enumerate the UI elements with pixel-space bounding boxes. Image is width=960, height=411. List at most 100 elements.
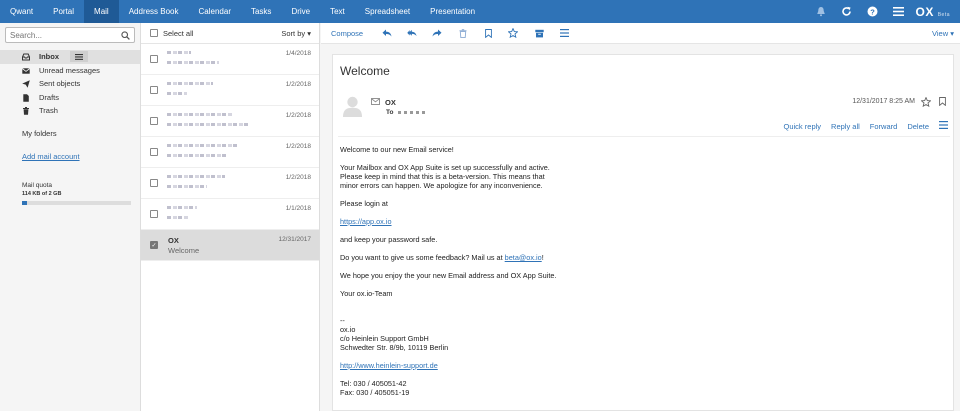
select-all-label[interactable]: Select all [163, 29, 193, 38]
mail-list-item[interactable]: 1/1/2018 [141, 199, 319, 230]
forward-link[interactable]: Forward [870, 122, 898, 131]
hamburger-menu-icon[interactable] [886, 0, 912, 23]
mail-quota-value: 114 KB of 2 GB [22, 191, 62, 197]
search-box[interactable] [5, 27, 135, 43]
my-folders-heading[interactable]: My folders [22, 129, 57, 138]
message-actions: Quick reply Reply all Forward Delete [784, 121, 948, 131]
message-body: Welcome to our new Email service! Your M… [340, 145, 940, 406]
folder-options-icon[interactable] [70, 51, 88, 62]
app-presentation[interactable]: Presentation [420, 0, 485, 23]
redacted-sender [167, 51, 191, 54]
refresh-icon[interactable] [834, 0, 860, 23]
quick-reply-link[interactable]: Quick reply [784, 122, 822, 131]
signature-line: c/o Heinlein Support GmbH [340, 334, 429, 343]
reply-icon[interactable] [382, 28, 392, 38]
envelope-icon [371, 98, 380, 107]
bookmark-icon[interactable] [939, 97, 946, 108]
redacted-subject [167, 154, 227, 157]
mail-list-item[interactable]: 1/2/2018 [141, 168, 319, 199]
logo-sub: Beta [937, 11, 950, 18]
app-portal[interactable]: Portal [43, 0, 84, 23]
redacted-subject [167, 123, 249, 126]
redacted-sender [167, 144, 237, 147]
mail-list-item[interactable]: 1/4/2018 [141, 44, 319, 75]
feedback-email-link[interactable]: beta@ox.io [505, 253, 542, 262]
redacted-subject [167, 185, 207, 188]
compose-button[interactable]: Compose [331, 29, 363, 38]
message-date: 12/31/2017 8:25 AM [852, 98, 915, 105]
mail-item-checkbox[interactable] [150, 55, 158, 63]
forward-icon[interactable] [432, 28, 442, 38]
reply-all-icon[interactable] [407, 28, 417, 38]
more-actions-icon[interactable] [559, 28, 569, 38]
heinlein-support-link[interactable]: http://www.heinlein-support.de [340, 361, 438, 370]
folder-inbox[interactable]: Inbox [0, 50, 140, 64]
help-icon[interactable]: ? [860, 0, 886, 23]
signature-line: ox.io [340, 325, 356, 334]
sort-by-dropdown[interactable]: Sort by ▾ [281, 29, 311, 38]
signature-line: Schwedter Str. 8/9b, 10119 Berlin [340, 343, 449, 352]
app-tasks[interactable]: Tasks [241, 0, 281, 23]
search-icon[interactable] [121, 31, 130, 42]
mail-date: 1/1/2018 [285, 205, 311, 212]
mail-quota-bar [22, 201, 131, 205]
body-paragraph: Welcome to our new Email service! [340, 145, 454, 154]
archive-icon[interactable] [534, 28, 544, 38]
reply-all-link[interactable]: Reply all [831, 122, 860, 131]
logo-text: OX [915, 4, 934, 19]
signature-line: -- [340, 316, 345, 325]
app-spreadsheet[interactable]: Spreadsheet [355, 0, 420, 23]
app-address-book[interactable]: Address Book [119, 0, 189, 23]
mail-subject: Welcome [168, 246, 200, 255]
mail-item-checkbox[interactable] [150, 179, 158, 187]
app-launcher-nav: Qwant Portal Mail Address Book Calendar … [0, 0, 485, 23]
app-calendar[interactable]: Calendar [189, 0, 241, 23]
delete-link[interactable]: Delete [907, 122, 929, 131]
mail-item-checkbox-checked[interactable]: ✓ [150, 241, 158, 249]
contact-info: Tel: 030 / 405051-42 Fax: 030 / 405051-1… [340, 379, 940, 397]
body-paragraph: Your ox.io-Team [340, 289, 393, 298]
mail-sender: OX [168, 236, 179, 245]
view-dropdown[interactable]: View ▾ [932, 29, 954, 38]
mail-item-checkbox[interactable] [150, 210, 158, 218]
sender-name[interactable]: OX [385, 98, 396, 107]
app-mail[interactable]: Mail [84, 0, 119, 23]
app-qwant[interactable]: Qwant [0, 0, 43, 23]
notifications-bell-icon[interactable] [808, 0, 834, 23]
app-login-link[interactable]: https://app.ox.io [340, 217, 392, 226]
add-mail-account-link[interactable]: Add mail account [22, 152, 80, 161]
folder-trash[interactable]: Trash [0, 104, 140, 118]
folder-sidebar: Inbox Unread messages Sent objects Draft… [0, 23, 141, 411]
fax-line: Fax: 030 / 405051-19 [340, 388, 410, 397]
more-actions-icon[interactable] [939, 121, 948, 131]
folder-sent-objects[interactable]: Sent objects [0, 77, 140, 91]
mail-item-checkbox[interactable] [150, 86, 158, 94]
select-all-checkbox[interactable] [150, 29, 158, 37]
folder-drafts[interactable]: Drafts [0, 91, 140, 105]
divider [338, 136, 950, 137]
mail-item-checkbox[interactable] [150, 117, 158, 125]
body-paragraph: and keep your password safe. [340, 235, 438, 244]
mail-list-item[interactable]: 1/2/2018 [141, 75, 319, 106]
sort-by-label: Sort by [281, 29, 306, 38]
app-text[interactable]: Text [320, 0, 355, 23]
delete-icon[interactable] [458, 28, 468, 38]
body-line: minor errors can happen. We apologize fo… [340, 181, 543, 190]
signature: -- ox.io c/o Heinlein Support GmbH Schwe… [340, 316, 940, 352]
folder-label: Drafts [39, 92, 60, 102]
bookmark-icon[interactable] [483, 28, 493, 38]
redacted-sender [167, 113, 233, 116]
mail-quota-fill [22, 201, 28, 205]
star-icon[interactable] [508, 28, 518, 38]
search-input[interactable] [6, 28, 116, 42]
mail-list-item[interactable]: 1/2/2018 [141, 137, 319, 168]
star-icon[interactable] [920, 96, 932, 109]
mail-list-item-selected[interactable]: ✓ OX Welcome 12/31/2017 [141, 230, 319, 261]
mail-list-header: Select all Sort by ▾ [141, 23, 319, 44]
mail-detail-pane: Welcome OX To 12/31/2017 8:25 AM Quick r… [332, 54, 954, 411]
mail-list-item[interactable]: 1/2/2018 [141, 106, 319, 137]
folder-unread-messages[interactable]: Unread messages [0, 64, 140, 78]
mail-item-checkbox[interactable] [150, 148, 158, 156]
envelope-icon [22, 67, 30, 75]
app-drive[interactable]: Drive [281, 0, 320, 23]
